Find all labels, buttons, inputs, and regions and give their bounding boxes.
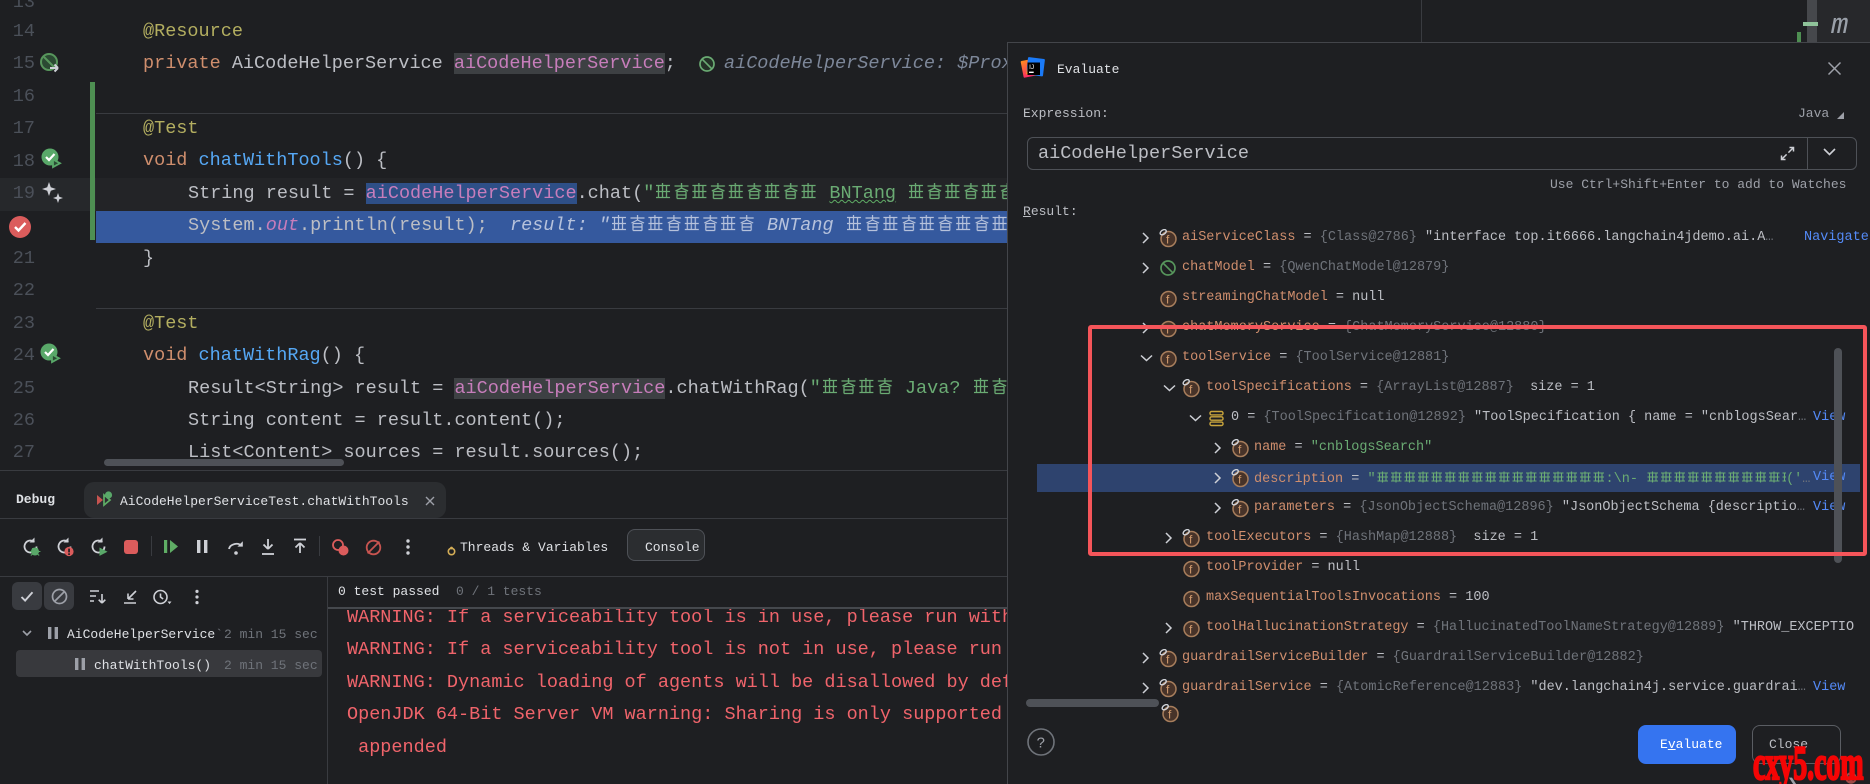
- svg-text:?: ?: [1037, 736, 1046, 753]
- svg-text:IJ: IJ: [1029, 64, 1034, 71]
